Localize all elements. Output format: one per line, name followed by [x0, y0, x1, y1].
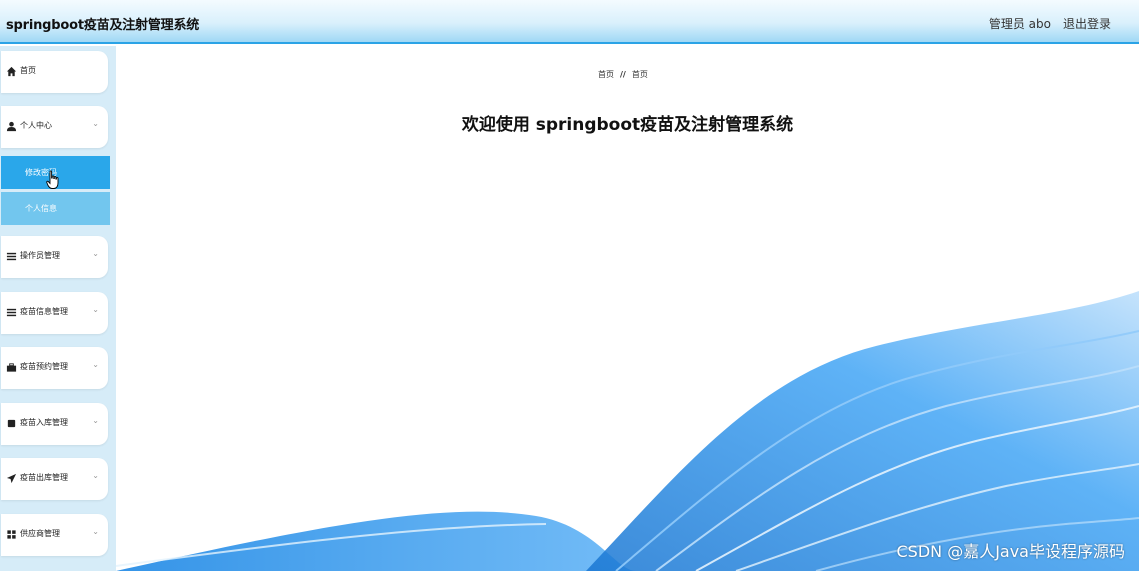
- submenu-personal-info[interactable]: 个人信息: [1, 192, 110, 225]
- app-title: springboot疫苗及注射管理系统: [6, 18, 200, 33]
- sidebar-item-vaccine-outbound[interactable]: 疫苗出库管理 ⌄: [1, 458, 108, 500]
- sidebar-item-label: 供应商管理: [20, 529, 60, 538]
- welcome-heading: 欢迎使用 springboot疫苗及注射管理系统: [461, 115, 794, 135]
- sidebar-item-home[interactable]: 首页: [1, 51, 108, 93]
- user-icon: [6, 121, 17, 132]
- chevron-down-icon: ⌄: [92, 416, 99, 425]
- top-header: springboot疫苗及注射管理系统 管理员 abo 退出登录: [0, 0, 1139, 44]
- submenu-label: 个人信息: [25, 204, 57, 213]
- chevron-down-icon: ⌄: [92, 360, 99, 369]
- chevron-down-icon: ⌄: [92, 249, 99, 258]
- sidebar-item-label: 疫苗信息管理: [20, 307, 68, 316]
- briefcase-icon: [6, 363, 17, 372]
- chevron-down-icon: ⌄: [92, 471, 99, 480]
- sidebar-item-vaccine-info[interactable]: 疫苗信息管理 ⌄: [1, 292, 108, 334]
- sidebar-item-label: 疫苗预约管理: [20, 362, 68, 371]
- sidebar-item-label: 疫苗入库管理: [20, 418, 68, 427]
- watermark: CSDN @嘉人Java毕设程序源码: [896, 542, 1125, 561]
- grid-icon: [7, 530, 16, 539]
- breadcrumb: 首页 // 首页: [598, 69, 648, 80]
- sidebar-item-label: 个人中心: [20, 121, 52, 130]
- hand-pointer-icon: [46, 170, 59, 189]
- current-user: 管理员 abo: [988, 17, 1051, 31]
- chevron-down-icon: ⌄: [92, 527, 99, 536]
- sidebar-item-personal-center[interactable]: 个人中心 ⌄: [1, 106, 108, 148]
- chevron-down-icon: ⌄: [92, 305, 99, 314]
- logout-button[interactable]: 退出登录: [1063, 15, 1111, 32]
- sidebar-item-label: 操作员管理: [20, 251, 60, 260]
- sidebar-item-vaccine-appointment[interactable]: 疫苗预约管理 ⌄: [1, 347, 108, 389]
- list-icon: [6, 308, 17, 317]
- sidebar-item-vaccine-inbound[interactable]: 疫苗入库管理 ⌄: [1, 403, 108, 445]
- breadcrumb-current: 首页: [631, 70, 648, 79]
- main-content: 首页 // 首页 欢迎使用 springboot疫苗及注射管理系统: [116, 46, 1139, 571]
- sidebar-item-label: 疫苗出库管理: [20, 473, 68, 482]
- send-icon: [6, 473, 17, 484]
- breadcrumb-home[interactable]: 首页: [598, 70, 614, 79]
- sidebar: 首页 个人中心 ⌄ 修改密码 个人信息 操作员管理 ⌄ 疫苗信息管理 ⌄ 疫苗预…: [0, 46, 116, 571]
- box-icon: [7, 419, 16, 428]
- breadcrumb-separator: //: [620, 70, 626, 79]
- list-icon: [6, 252, 17, 261]
- home-icon: [6, 66, 17, 77]
- sidebar-item-label: 首页: [20, 66, 36, 75]
- sidebar-item-operator-mgmt[interactable]: 操作员管理 ⌄: [1, 236, 108, 278]
- chevron-down-icon: ⌄: [92, 119, 99, 128]
- sidebar-item-supplier[interactable]: 供应商管理 ⌄: [1, 514, 108, 556]
